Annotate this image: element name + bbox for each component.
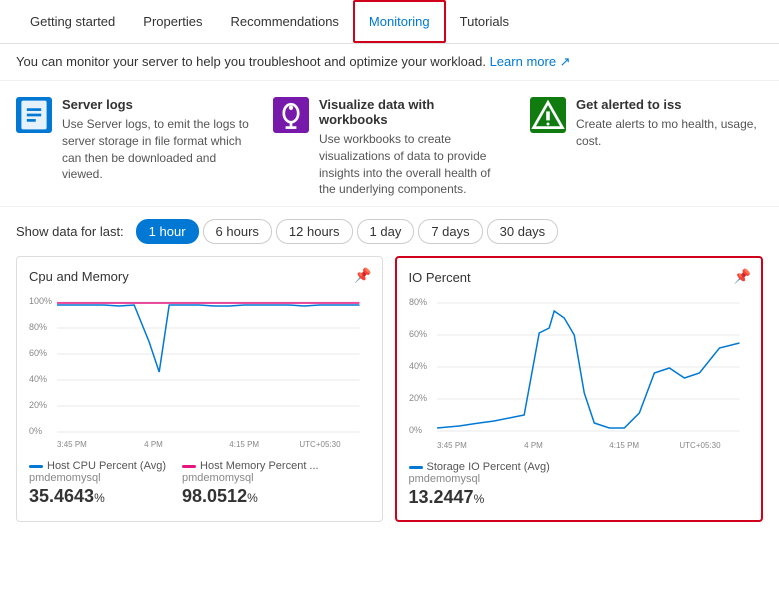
legend-color-cpu xyxy=(29,465,43,468)
legend-label-io: Storage IO Percent (Avg) xyxy=(427,461,550,473)
top-navigation: Getting started Properties Recommendatio… xyxy=(0,0,779,44)
legend-sublabel-cpu: pmdemomysql xyxy=(29,472,166,484)
chart-cpu-memory: 📌 Cpu and Memory 100% 80% 60% 40% 20% 0% xyxy=(16,256,383,522)
alerts-title: Get alerted to iss xyxy=(576,97,763,112)
legend-value-memory: 98.0512% xyxy=(182,486,319,507)
svg-text:3:45 PM: 3:45 PM xyxy=(57,440,87,449)
time-btn-30days[interactable]: 30 days xyxy=(487,219,559,244)
feature-card-workbooks: Visualize data with workbooks Use workbo… xyxy=(273,97,506,198)
workbooks-title: Visualize data with workbooks xyxy=(319,97,506,127)
svg-text:60%: 60% xyxy=(29,348,47,358)
chart-cpu-svg: 100% 80% 60% 40% 20% 0% 3:45 PM 4 PM xyxy=(29,292,370,452)
alerts-icon xyxy=(530,97,566,133)
alerts-desc: Create alerts to mo health, usage, cost. xyxy=(576,116,763,150)
svg-text:4:15 PM: 4:15 PM xyxy=(609,441,639,450)
time-btn-1day[interactable]: 1 day xyxy=(357,219,415,244)
chart-io-svg-wrap: 80% 60% 40% 20% 0% 3:45 PM 4 PM 4:15 PM … xyxy=(409,293,750,453)
chart-io-svg: 80% 60% 40% 20% 0% 3:45 PM 4 PM 4:15 PM … xyxy=(409,293,750,453)
nav-tutorials[interactable]: Tutorials xyxy=(446,2,523,41)
chart-io-legend: Storage IO Percent (Avg) pmdemomysql 13.… xyxy=(409,461,750,508)
svg-text:UTC+05:30: UTC+05:30 xyxy=(679,441,721,450)
svg-text:0%: 0% xyxy=(29,426,42,436)
pin-icon-io[interactable]: 📌 xyxy=(734,268,751,285)
svg-text:80%: 80% xyxy=(29,322,47,332)
time-btn-6hours[interactable]: 6 hours xyxy=(203,219,272,244)
info-bar: You can monitor your server to help you … xyxy=(0,44,779,81)
time-btn-1hour[interactable]: 1 hour xyxy=(136,219,199,244)
legend-label-cpu: Host CPU Percent (Avg) xyxy=(47,460,166,472)
server-logs-icon xyxy=(16,97,52,133)
alerts-content: Get alerted to iss Create alerts to mo h… xyxy=(576,97,763,198)
svg-text:0%: 0% xyxy=(409,425,422,435)
legend-sublabel-io: pmdemomysql xyxy=(409,473,550,485)
legend-color-memory xyxy=(182,465,196,468)
time-btn-7days[interactable]: 7 days xyxy=(418,219,482,244)
server-logs-content: Server logs Use Server logs, to emit the… xyxy=(62,97,249,198)
svg-text:60%: 60% xyxy=(409,329,427,339)
workbooks-desc: Use workbooks to create visualizations o… xyxy=(319,131,506,198)
chart-cpu-title: Cpu and Memory xyxy=(29,269,370,284)
time-filter-bar: Show data for last: 1 hour 6 hours 12 ho… xyxy=(0,207,779,256)
chart-cpu-legend: Host CPU Percent (Avg) pmdemomysql 35.46… xyxy=(29,460,370,507)
nav-recommendations[interactable]: Recommendations xyxy=(217,2,353,41)
time-btn-12hours[interactable]: 12 hours xyxy=(276,219,353,244)
svg-text:20%: 20% xyxy=(29,400,47,410)
svg-text:4 PM: 4 PM xyxy=(144,440,163,449)
workbooks-content: Visualize data with workbooks Use workbo… xyxy=(319,97,506,198)
pin-icon-cpu[interactable]: 📌 xyxy=(354,267,371,284)
legend-sublabel-memory: pmdemomysql xyxy=(182,472,319,484)
svg-text:UTC+05:30: UTC+05:30 xyxy=(299,440,341,449)
legend-cpu-percent: Host CPU Percent (Avg) pmdemomysql 35.46… xyxy=(29,460,166,507)
svg-text:40%: 40% xyxy=(409,361,427,371)
time-filter-label: Show data for last: xyxy=(16,224,124,239)
svg-text:40%: 40% xyxy=(29,374,47,384)
feature-card-server-logs: Server logs Use Server logs, to emit the… xyxy=(16,97,249,198)
chart-io-percent: 📌 IO Percent 80% 60% 40% 20% 0% 3:45 PM xyxy=(395,256,764,522)
svg-text:3:45 PM: 3:45 PM xyxy=(437,441,467,450)
legend-memory-percent: Host Memory Percent ... pmdemomysql 98.0… xyxy=(182,460,319,507)
nav-getting-started[interactable]: Getting started xyxy=(16,2,129,41)
svg-text:4:15 PM: 4:15 PM xyxy=(229,440,259,449)
legend-value-io: 13.2447% xyxy=(409,487,550,508)
nav-monitoring[interactable]: Monitoring xyxy=(353,0,446,43)
charts-row: 📌 Cpu and Memory 100% 80% 60% 40% 20% 0% xyxy=(0,256,779,538)
server-logs-title: Server logs xyxy=(62,97,249,112)
svg-text:100%: 100% xyxy=(29,296,52,306)
svg-text:20%: 20% xyxy=(409,393,427,403)
workbooks-icon xyxy=(273,97,309,133)
info-bar-text: You can monitor your server to help you … xyxy=(16,54,486,69)
chart-cpu-svg-wrap: 100% 80% 60% 40% 20% 0% 3:45 PM 4 PM xyxy=(29,292,370,452)
nav-properties[interactable]: Properties xyxy=(129,2,216,41)
feature-cards-section: Server logs Use Server logs, to emit the… xyxy=(0,81,779,207)
legend-value-cpu: 35.4643% xyxy=(29,486,166,507)
server-logs-desc: Use Server logs, to emit the logs to ser… xyxy=(62,116,249,183)
svg-text:4 PM: 4 PM xyxy=(524,441,543,450)
svg-text:80%: 80% xyxy=(409,297,427,307)
feature-card-alerts: Get alerted to iss Create alerts to mo h… xyxy=(530,97,763,198)
learn-more-link[interactable]: Learn more ↗ xyxy=(490,54,571,69)
legend-color-io xyxy=(409,466,423,469)
legend-io-percent: Storage IO Percent (Avg) pmdemomysql 13.… xyxy=(409,461,550,508)
chart-io-title: IO Percent xyxy=(409,270,750,285)
legend-label-memory: Host Memory Percent ... xyxy=(200,460,319,472)
